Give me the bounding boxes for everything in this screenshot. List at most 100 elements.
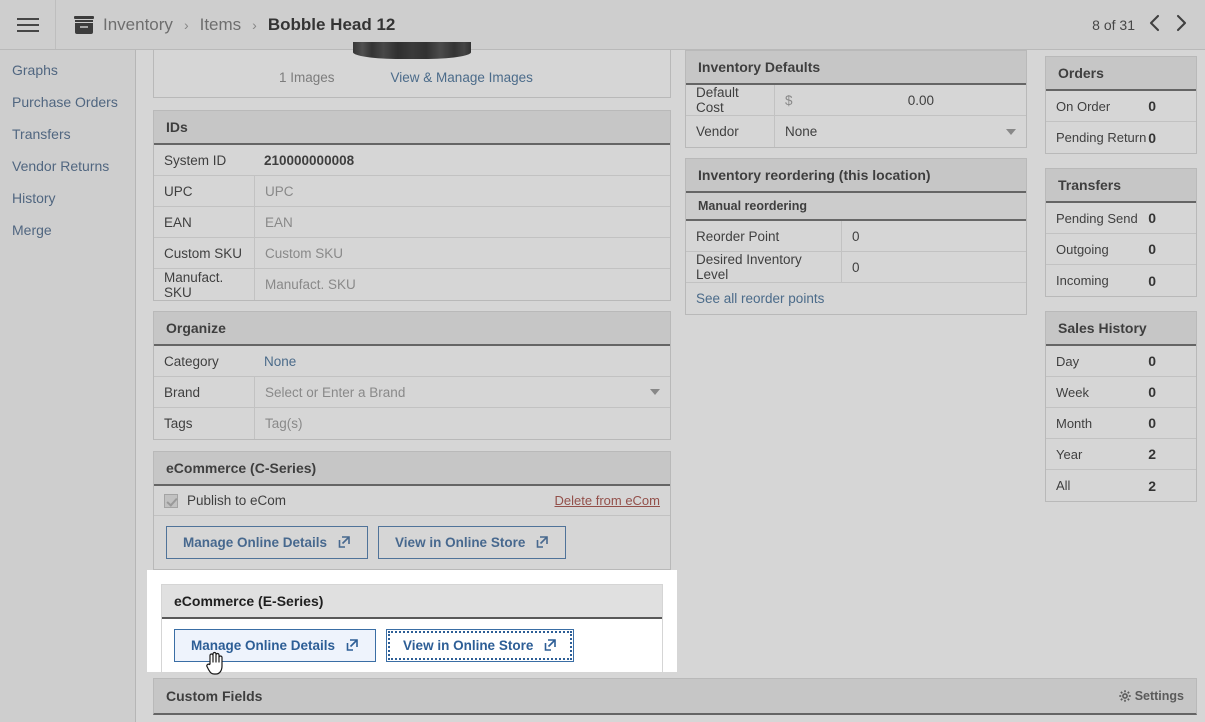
tags-input[interactable]: Tag(s) <box>254 408 670 439</box>
custom-sku-input[interactable]: Custom SKU <box>254 238 670 268</box>
sales-week-value: 0 <box>1148 384 1156 400</box>
delete-from-ecom-link[interactable]: Delete from eCom <box>555 493 660 508</box>
ecommerce-e-series-title-highlighted: eCommerce (E-Series) <box>162 585 662 619</box>
category-label: Category <box>164 353 219 369</box>
sales-all-value: 2 <box>1148 477 1156 494</box>
ecommerce-e-series-panel-highlighted: eCommerce (E-Series) Manage Online Detai… <box>161 584 663 673</box>
manage-online-details-c-button[interactable]: Manage Online Details <box>166 526 369 559</box>
sales-month-label: Month <box>1056 415 1093 431</box>
organize-panel-title: Organize <box>154 312 670 346</box>
reorder-point-input[interactable]: 0 <box>841 221 1026 251</box>
table-row: Tags Tag(s) <box>154 408 670 439</box>
on-order-value: 0 <box>1148 98 1156 114</box>
table-row: Outgoing 0 <box>1046 234 1196 265</box>
sidebar-item-merge[interactable]: Merge <box>0 214 135 246</box>
sidebar-item-label: Purchase Orders <box>12 94 118 110</box>
sidebar-item-label: Graphs <box>12 62 58 78</box>
sidebar-item-graphs[interactable]: Graphs <box>0 54 135 86</box>
gear-icon <box>1118 690 1131 702</box>
incoming-value: 0 <box>1148 272 1156 289</box>
sales-day-value: 0 <box>1148 353 1156 369</box>
ids-row-label: EAN <box>164 214 192 230</box>
sales-week-label: Week <box>1056 384 1089 400</box>
sales-all-label: All <box>1056 478 1071 493</box>
chevron-down-icon <box>650 389 660 395</box>
manual-reordering-subtitle: Manual reordering <box>686 193 1026 221</box>
desired-inventory-level-label: Desired Inventory Level <box>696 252 802 282</box>
pager-count-label: 8 of 31 <box>1092 16 1135 33</box>
publish-to-ecom-checkbox[interactable] <box>164 493 178 508</box>
default-cost-input[interactable]: $ 0.00 <box>774 85 944 115</box>
table-row: Default Cost $ 0.00 <box>686 85 1026 116</box>
hamburger-menu-icon[interactable] <box>0 0 56 49</box>
view-in-online-store-c-button[interactable]: View in Online Store <box>378 526 567 559</box>
sidebar-item-transfers[interactable]: Transfers <box>0 118 135 150</box>
table-row: On Order 0 <box>1046 91 1196 122</box>
sidebar-item-label: History <box>12 190 56 206</box>
ids-row-label: UPC <box>164 183 193 199</box>
view-in-online-store-button[interactable]: View in Online Store <box>386 629 575 662</box>
external-link-icon <box>338 536 351 549</box>
orders-panel-title: Orders <box>1046 57 1196 91</box>
table-row: Manufact. SKU Manufact. SKU <box>154 269 670 300</box>
pending-return-value: 0 <box>1148 129 1156 146</box>
on-order-label: On Order <box>1056 98 1111 114</box>
table-row: Pending Return 0 <box>1046 122 1196 153</box>
brand-select[interactable]: Select or Enter a Brand <box>254 377 670 407</box>
settings-button[interactable]: Settings <box>1118 689 1184 703</box>
ecommerce-e-series-spotlight: eCommerce (E-Series) Manage Online Detai… <box>147 570 677 673</box>
vendor-select[interactable]: None <box>774 116 1026 147</box>
table-row: Incoming 0 <box>1046 265 1196 296</box>
category-value-link[interactable]: None <box>254 346 670 376</box>
sidebar-item-label: Transfers <box>12 126 71 142</box>
manufacturer-sku-input[interactable]: Manufact. SKU <box>254 269 670 300</box>
table-row: Category None <box>154 346 670 377</box>
sidebar-item-label: Merge <box>12 222 52 238</box>
custom-fields-header: Custom Fields Settings <box>153 678 1197 715</box>
default-cost-label: Default Cost <box>696 85 739 115</box>
brand-label: Brand <box>164 384 201 400</box>
breadcrumb-inventory[interactable]: Inventory <box>103 15 173 35</box>
pending-return-label: Pending Return <box>1056 130 1147 145</box>
sales-month-value: 0 <box>1148 415 1156 431</box>
table-row: Custom SKU Custom SKU <box>154 238 670 269</box>
ean-input[interactable]: EAN <box>254 207 670 237</box>
table-row: EAN EAN <box>154 207 670 238</box>
ids-row-label: Custom SKU <box>164 245 243 261</box>
ids-row-label: System ID <box>164 152 227 168</box>
ids-row-label: Manufact. SKU <box>164 269 224 300</box>
inventory-reordering-title: Inventory reordering (this location) <box>686 159 1026 193</box>
prev-item-chevron-icon[interactable] <box>1149 13 1161 37</box>
organize-panel: Organize Category None Brand Select or E… <box>153 311 671 440</box>
table-row: All 2 <box>1046 470 1196 501</box>
sales-history-panel-title: Sales History <box>1046 312 1196 346</box>
pending-send-label: Pending Send <box>1056 210 1138 226</box>
sidebar-item-vendor-returns[interactable]: Vendor Returns <box>0 150 135 182</box>
table-row: Reorder Point 0 <box>686 221 1026 252</box>
table-row: Brand Select or Enter a Brand <box>154 377 670 408</box>
transfers-panel: Transfers Pending Send 0 Outgoing 0 Inco… <box>1045 168 1197 297</box>
breadcrumb-items[interactable]: Items <box>200 15 242 35</box>
ids-row-value[interactable]: 210000000008 <box>254 145 670 175</box>
settings-label: Settings <box>1134 689 1184 703</box>
brand-placeholder: Select or Enter a Brand <box>265 384 406 400</box>
sales-day-label: Day <box>1056 353 1080 369</box>
view-manage-images-link[interactable]: View & Manage Images <box>391 70 533 85</box>
image-count-label: 1 Images <box>279 70 335 85</box>
orders-panel: Orders On Order 0 Pending Return 0 <box>1045 56 1197 154</box>
desired-inventory-level-input[interactable]: 0 <box>841 252 1026 282</box>
pending-send-value: 0 <box>1148 210 1156 226</box>
sidebar-item-history[interactable]: History <box>0 182 135 214</box>
ecommerce-c-series-panel: eCommerce (C-Series) Publish to eCom Del… <box>153 451 671 570</box>
top-header-bar: Inventory › Items › Bobble Head 12 8 of … <box>0 0 1205 50</box>
external-link-icon <box>544 639 557 652</box>
upc-input[interactable]: UPC <box>254 176 670 206</box>
view-in-online-store-c-label: View in Online Store <box>395 535 526 550</box>
table-row: System ID 210000000008 <box>154 145 670 176</box>
see-all-reorder-points-link[interactable]: See all reorder points <box>686 283 834 314</box>
currency-symbol: $ <box>785 92 793 108</box>
next-item-chevron-icon[interactable] <box>1175 13 1187 37</box>
mouse-cursor-pointer-icon <box>204 650 226 681</box>
sidebar-item-purchase-orders[interactable]: Purchase Orders <box>0 86 135 118</box>
table-row: Vendor None <box>686 116 1026 147</box>
